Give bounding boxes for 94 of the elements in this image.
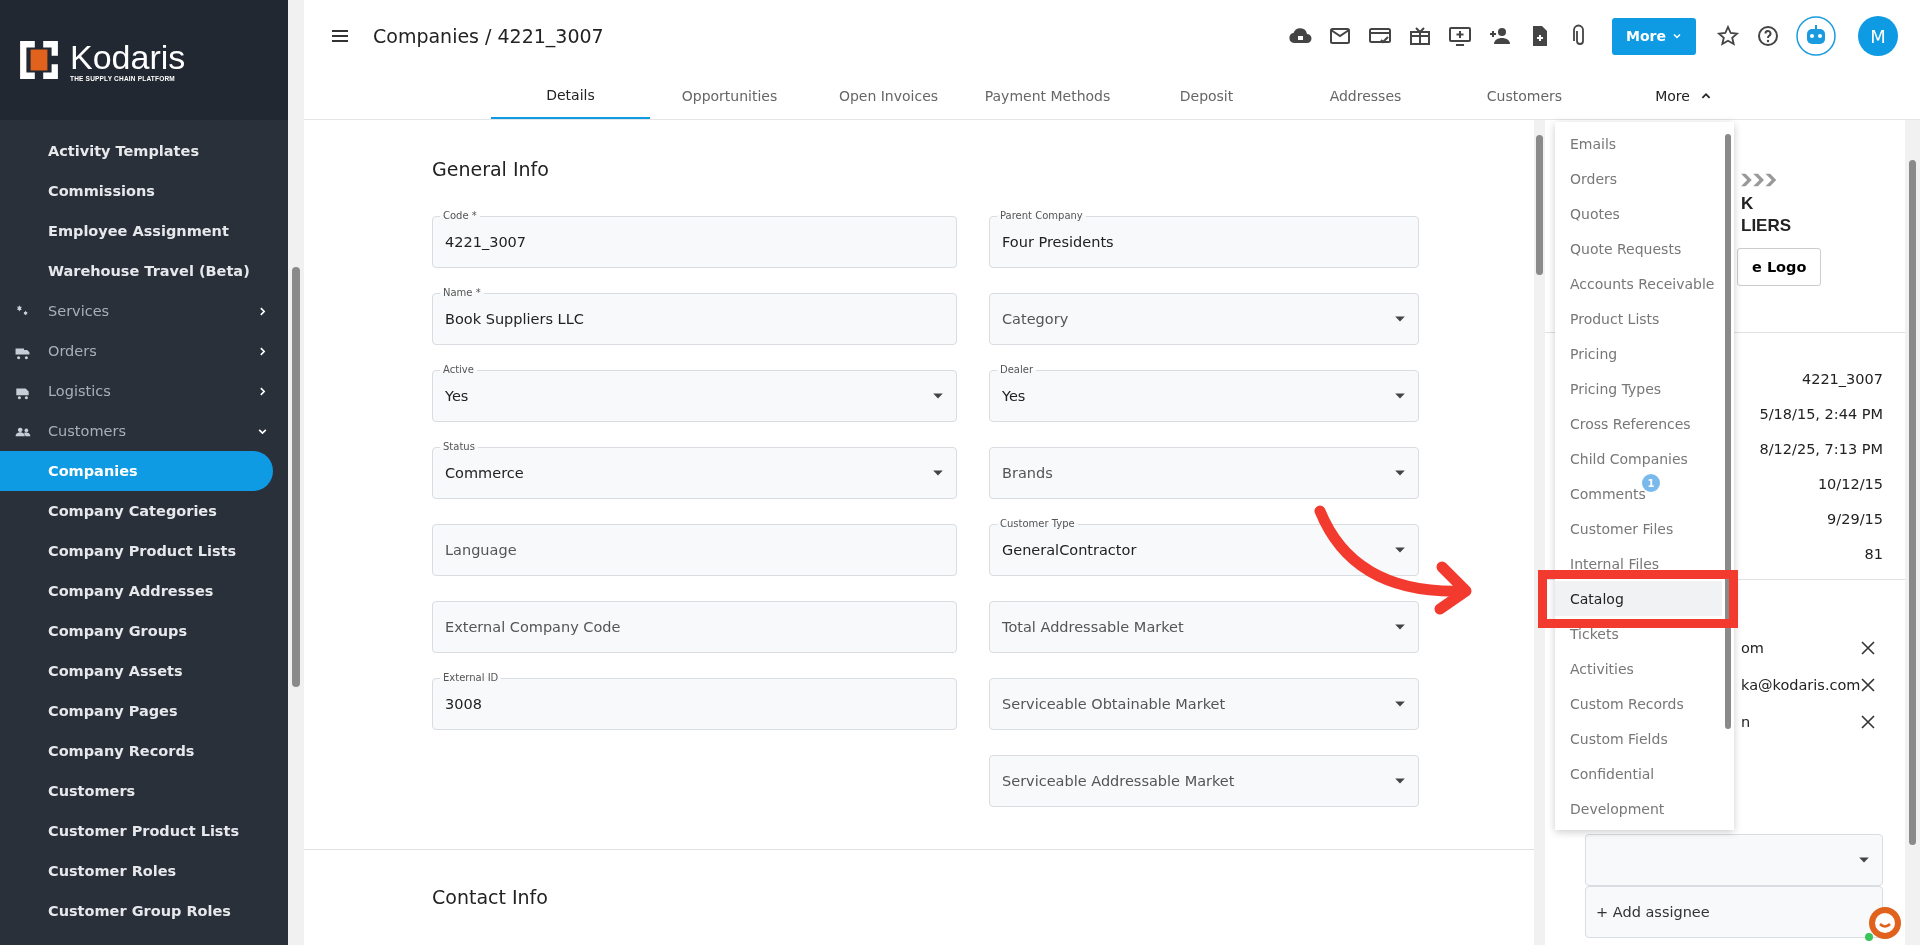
tab[interactable]: Details [491, 72, 650, 119]
robot-icon[interactable] [1796, 16, 1836, 56]
scrollbar-thumb[interactable] [1725, 134, 1731, 729]
field-label: Customer Type [997, 517, 1078, 530]
menu-item[interactable]: Pricing [1555, 336, 1722, 371]
select-field[interactable] [1585, 834, 1883, 886]
logo-name: Kodaris [70, 38, 186, 75]
sidebar-item[interactable]: Company Addresses [0, 571, 288, 611]
field-label: Parent Company [997, 209, 1086, 222]
assignee-email: n [1741, 714, 1752, 730]
scrollbar-thumb[interactable] [1536, 135, 1543, 275]
tab[interactable]: More [1604, 72, 1763, 119]
close-icon[interactable] [1861, 715, 1875, 729]
logo-mark-icon [18, 39, 60, 81]
menu-item[interactable]: Orders [1555, 161, 1722, 196]
select-field[interactable]: Category [989, 293, 1419, 345]
scrollbar-thumb[interactable] [1909, 160, 1916, 845]
menu-item[interactable]: Activities [1555, 651, 1722, 686]
menu-item[interactable]: Quotes [1555, 196, 1722, 231]
star-icon[interactable] [1716, 24, 1740, 48]
menu-item[interactable]: Product Lists [1555, 301, 1722, 336]
tab[interactable]: Customers [1445, 72, 1604, 119]
assignee-email: om [1741, 640, 1765, 656]
menu-item[interactable]: Custom Records [1555, 686, 1722, 721]
select-field[interactable]: Serviceable Addressable Market [989, 755, 1419, 807]
tab[interactable]: Deposit [1127, 72, 1286, 119]
breadcrumb: Companies / 4221_3007 [373, 25, 605, 47]
menu-item[interactable]: Customer Files [1555, 511, 1722, 546]
menu-item[interactable]: Custom Fields [1555, 721, 1722, 756]
close-icon[interactable] [1861, 641, 1875, 655]
logo-button[interactable]: e Logo [1737, 248, 1822, 286]
sidebar-item[interactable]: Company Records [0, 731, 288, 771]
field-label: Active [440, 363, 477, 376]
sidebar-item[interactable]: Company Categories [0, 491, 288, 531]
sidebar-group[interactable]: Orders [48, 343, 257, 359]
add-assignee-field[interactable]: + Add assignee [1585, 886, 1883, 938]
sidebar-item[interactable]: Company Product Lists [0, 531, 288, 571]
tab[interactable]: Addresses [1286, 72, 1445, 119]
field-label: External ID [440, 671, 502, 684]
assignee-email: ka@kodaris.com [1741, 677, 1861, 693]
detail-value: 81 [1864, 546, 1883, 564]
sidebar-group[interactable]: Logistics [48, 383, 257, 399]
field-label: Code * [440, 209, 480, 222]
company-logo: K LIERS [1741, 170, 1841, 242]
menu-item[interactable]: Child Companies [1555, 441, 1722, 476]
menu-item[interactable]: Comments 1 [1555, 476, 1722, 511]
sidebar-group[interactable]: Customers [48, 423, 257, 439]
gift-icon[interactable] [1408, 24, 1433, 48]
detail-value: 10/12/15 [1817, 476, 1883, 494]
menu-item[interactable]: Catalog [1555, 581, 1722, 616]
tab[interactable]: Opportunities [650, 72, 809, 119]
scrollbar-thumb[interactable] [292, 267, 300, 687]
sidebar-group[interactable]: Services [48, 303, 257, 319]
sidebar-item[interactable]: Commissions [0, 171, 288, 211]
select-field[interactable]: Brands [989, 447, 1419, 499]
field-label: Name * [440, 286, 484, 299]
monitor-plus-icon[interactable] [1448, 24, 1473, 48]
input-field[interactable]: External Company Code [432, 601, 957, 653]
tab[interactable]: Payment Methods [968, 72, 1127, 119]
sidebar-item[interactable]: Customer Group Roles [0, 891, 288, 931]
detail-value: 9/29/15 [1827, 511, 1883, 529]
section-title: Contact Info [432, 886, 549, 908]
sidebar-item[interactable]: Customers [0, 771, 288, 811]
count-badge: 1 [1642, 474, 1660, 492]
input-field[interactable]: Language [432, 524, 957, 576]
sidebar-item[interactable]: Activity Templates [0, 131, 288, 171]
section-title: General Info [432, 158, 550, 180]
menu-item[interactable]: Internal Files [1555, 546, 1722, 581]
sidebar-item[interactable]: Customer Product Lists [0, 811, 288, 851]
menu-item[interactable]: Development [1555, 791, 1722, 826]
menu-item[interactable]: Quote Requests [1555, 231, 1722, 266]
menu-item[interactable]: Tickets [1555, 616, 1722, 651]
sidebar-item[interactable]: Company Groups [0, 611, 288, 651]
sidebar-item[interactable]: Company Pages [0, 691, 288, 731]
sidebar-item[interactable]: Warehouse Travel (Beta) [0, 251, 288, 291]
menu-item[interactable]: Emails [1555, 126, 1722, 161]
sidebar-item[interactable]: Company Assets [0, 651, 288, 691]
field-label: Status [440, 440, 478, 453]
menu-item[interactable]: Confidential [1555, 756, 1722, 791]
detail-value: 5/18/15, 2:44 PM [1759, 406, 1883, 424]
detail-value: 8/12/25, 7:13 PM [1759, 441, 1883, 459]
close-icon[interactable] [1861, 678, 1875, 692]
detail-value: 4221_3007 [1801, 371, 1883, 389]
help-icon[interactable] [1756, 24, 1780, 48]
field-label: Dealer [997, 363, 1037, 376]
tab[interactable]: Open Invoices [809, 72, 968, 119]
sidebar-item[interactable]: Customer Roles [0, 851, 288, 891]
sidebar-item[interactable]: Employee Assignment [0, 211, 288, 251]
menu-item[interactable]: Cross References [1555, 406, 1722, 441]
menu-item[interactable]: Pricing Types [1555, 371, 1722, 406]
select-field[interactable]: Total Addressable Market [989, 601, 1419, 653]
menu-item[interactable]: Accounts Receivable [1555, 266, 1722, 301]
select-field[interactable]: Serviceable Obtainable Market [989, 678, 1419, 730]
caret-icon [1672, 31, 1682, 41]
